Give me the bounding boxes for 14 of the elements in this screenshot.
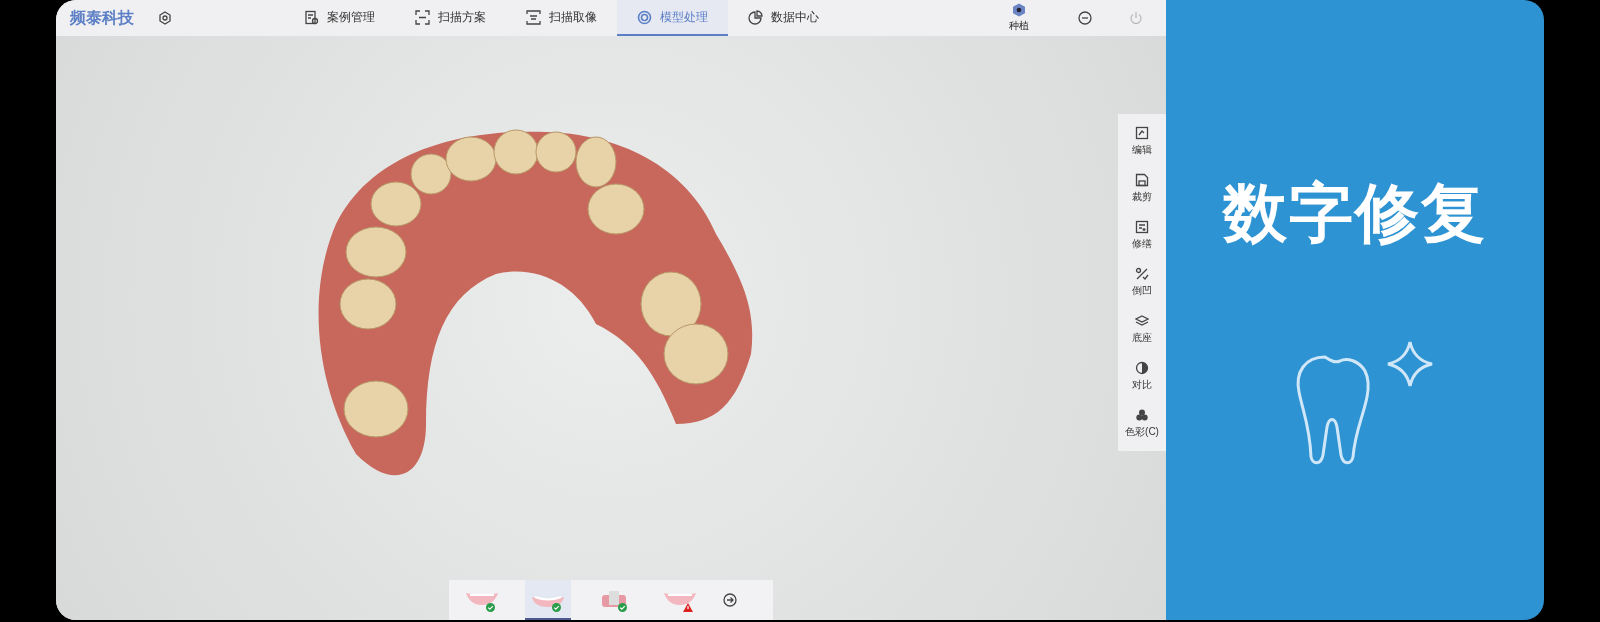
nav-tab[interactable]: 数据中心 <box>728 0 839 36</box>
tool-button[interactable]: 底座 <box>1132 306 1152 353</box>
app-logo: 频泰科技 <box>70 7 134 28</box>
tool-button[interactable]: 对比 <box>1132 353 1152 400</box>
promo-title: 数字修复 <box>1223 176 1487 251</box>
tool-button[interactable]: 倒凹 <box>1132 259 1152 306</box>
tool-button[interactable]: 色彩(C) <box>1125 400 1159 447</box>
tool-button[interactable]: 修缮 <box>1132 212 1152 259</box>
tool-button[interactable]: 编辑 <box>1132 118 1152 165</box>
implant-button[interactable]: 种植 <box>1009 3 1029 33</box>
tool-button[interactable]: 裁剪 <box>1132 165 1152 212</box>
nav-tab[interactable]: 案例管理 <box>284 0 395 36</box>
nav-tab[interactable]: 扫描取像 <box>506 0 617 36</box>
nav-tab[interactable]: 扫描方案 <box>395 0 506 36</box>
